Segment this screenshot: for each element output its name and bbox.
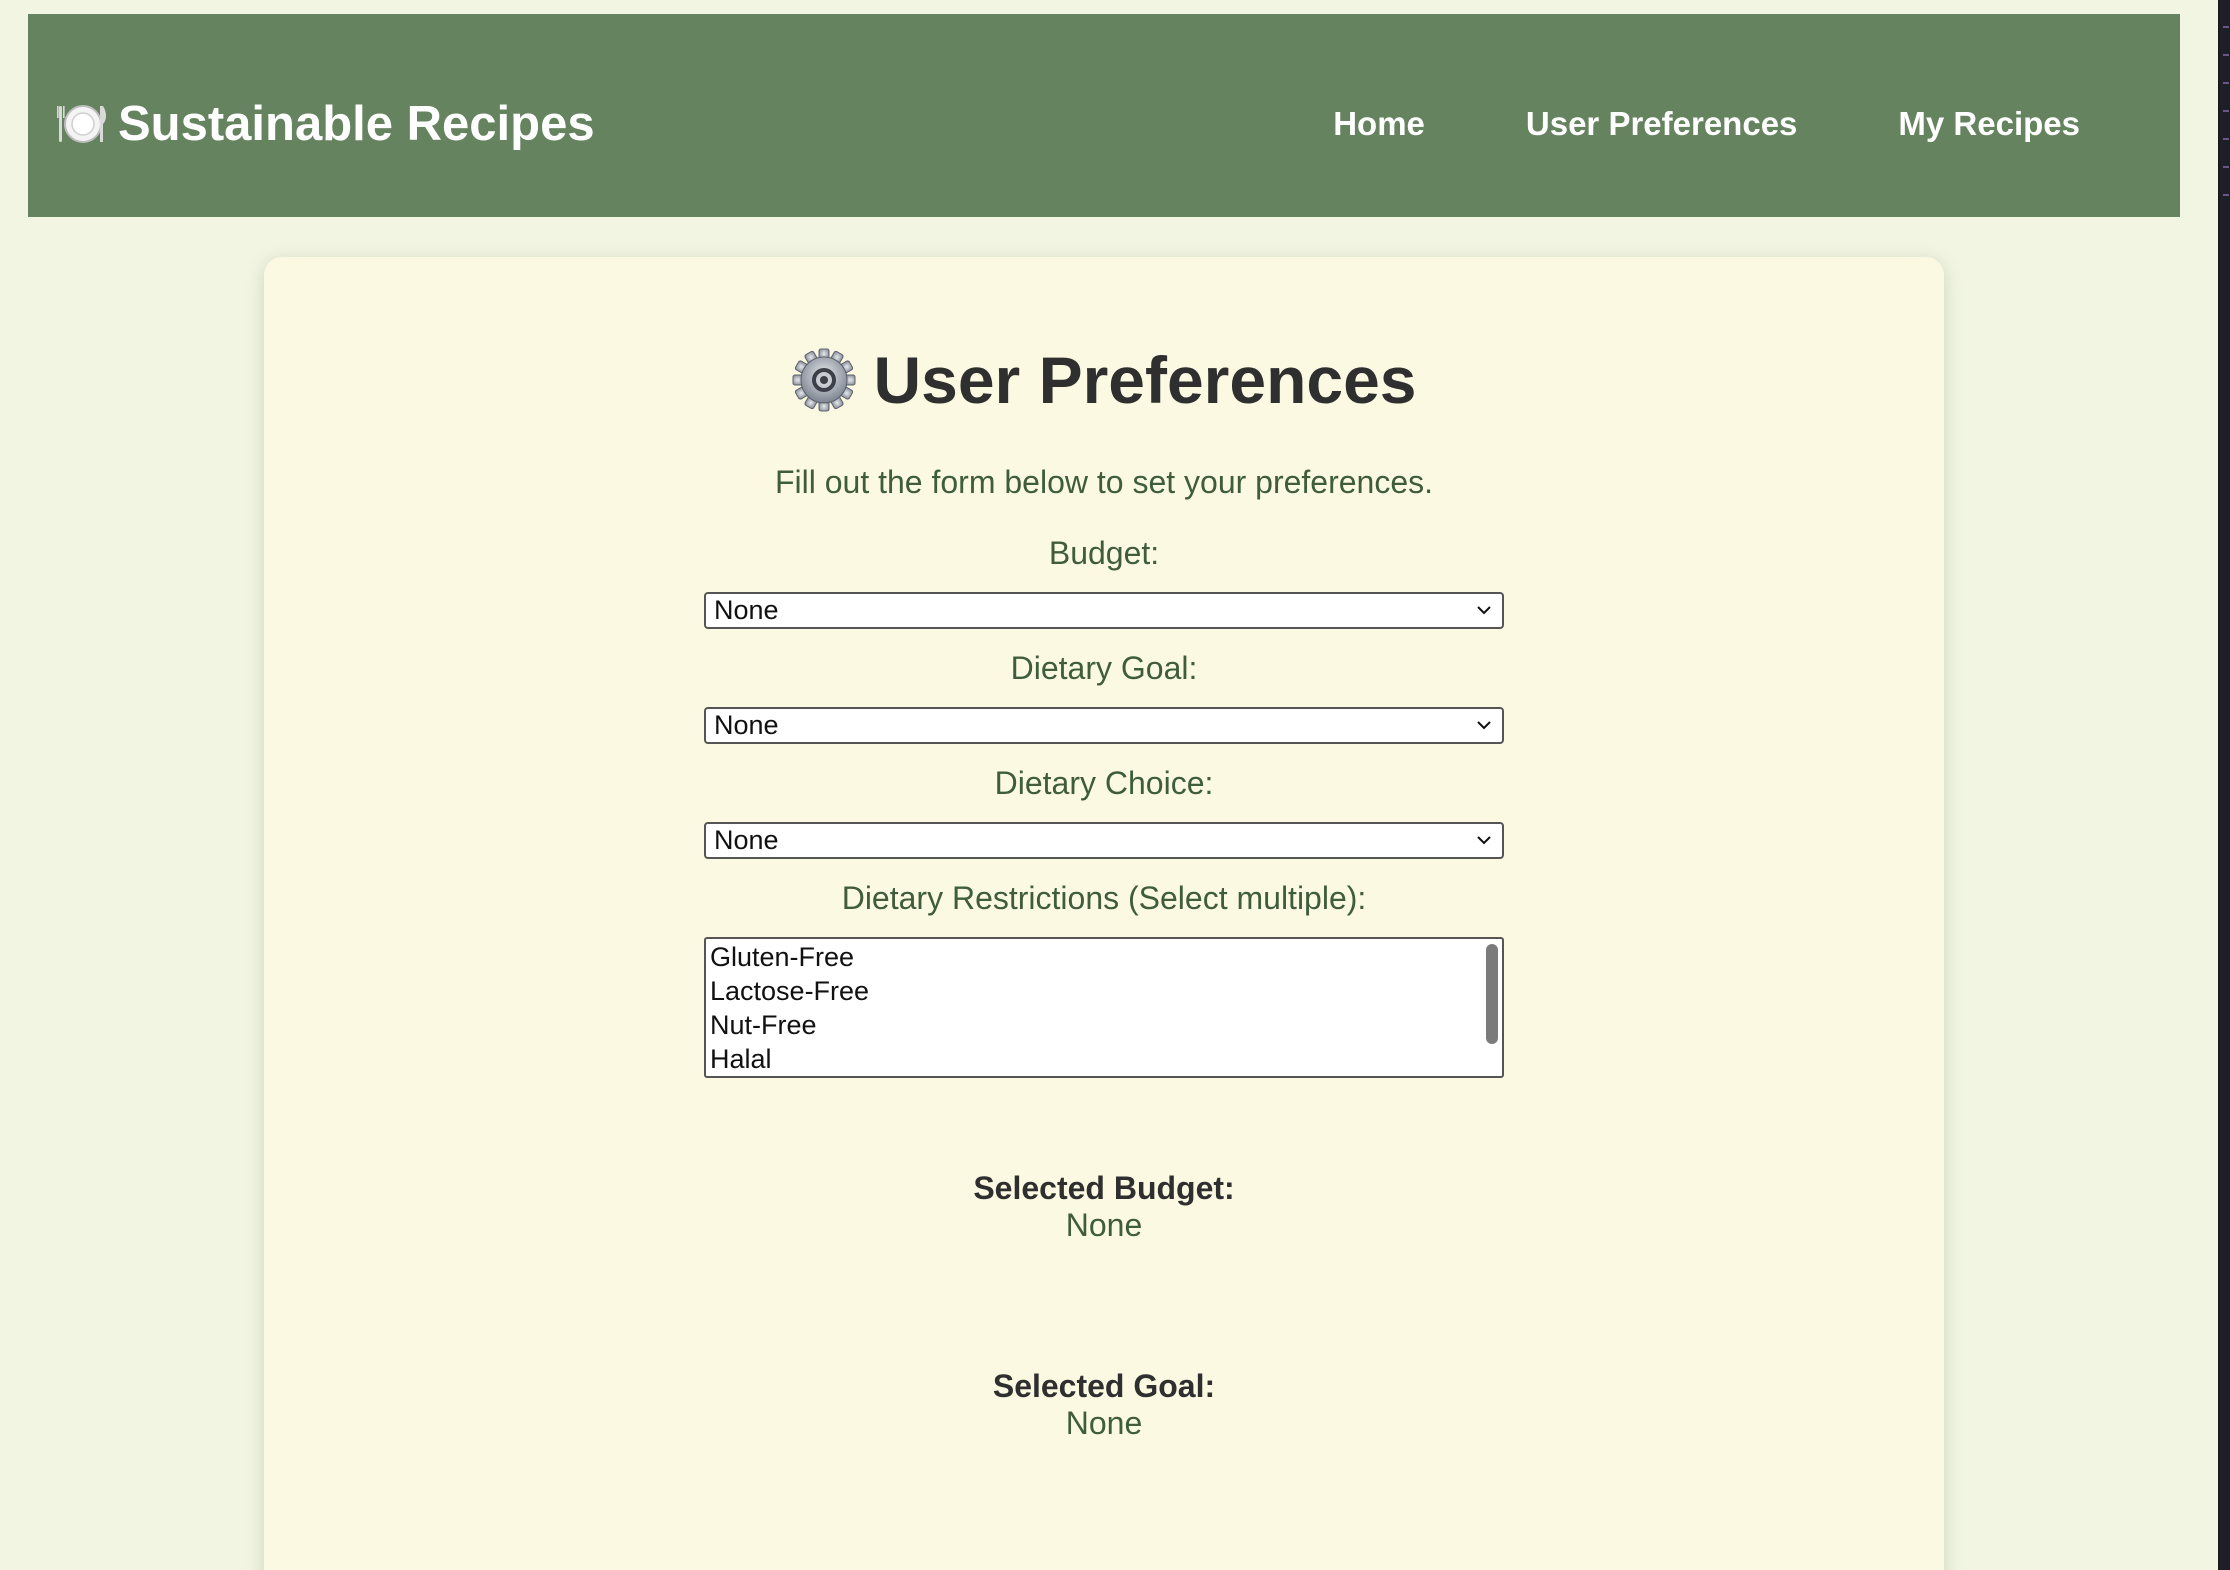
dietary-goal-select-value: None bbox=[714, 710, 779, 740]
budget-select-value: None bbox=[714, 595, 779, 625]
list-item[interactable]: Nut-Free bbox=[706, 1008, 1502, 1042]
nav-home[interactable]: Home bbox=[1333, 104, 1425, 144]
list-item[interactable]: Halal bbox=[706, 1042, 1502, 1076]
title-row: User Preferences bbox=[264, 340, 1944, 420]
selected-goal-value: None bbox=[1065, 1405, 1143, 1441]
chevron-down-icon bbox=[1477, 836, 1491, 845]
preferences-card: User Preferences Fill out the form below… bbox=[264, 257, 1944, 1570]
dietary-restrictions-label: Dietary Restrictions (Select multiple): bbox=[841, 880, 1367, 916]
chevron-down-icon bbox=[1477, 606, 1491, 615]
page-title: User Preferences bbox=[873, 343, 1417, 417]
brand-title: Sustainable Recipes bbox=[118, 97, 595, 151]
dietary-choice-select[interactable]: None bbox=[704, 822, 1504, 859]
nav-user-preferences[interactable]: User Preferences bbox=[1526, 104, 1798, 144]
nav-links: Home User Preferences My Recipes bbox=[1333, 104, 2080, 144]
nav-my-recipes[interactable]: My Recipes bbox=[1898, 104, 2080, 144]
list-item[interactable]: Lactose-Free bbox=[706, 974, 1502, 1008]
dietary-choice-label: Dietary Choice: bbox=[994, 765, 1214, 801]
budget-select[interactable]: None bbox=[704, 592, 1504, 629]
browser-viewport: Sustainable Recipes Home User Preference… bbox=[0, 0, 2220, 1570]
dietary-goal-label: Dietary Goal: bbox=[1010, 650, 1198, 686]
dietary-choice-select-value: None bbox=[714, 825, 779, 855]
chevron-down-icon bbox=[1477, 721, 1491, 730]
selected-goal-label: Selected Goal: bbox=[992, 1368, 1216, 1404]
selected-budget-value: None bbox=[1065, 1207, 1143, 1243]
plate-with-cutlery-icon bbox=[56, 98, 108, 150]
navbar: Sustainable Recipes Home User Preference… bbox=[28, 14, 2180, 217]
adjacent-window-edge bbox=[2220, 0, 2230, 1570]
brand[interactable]: Sustainable Recipes bbox=[56, 94, 595, 154]
selected-budget-label: Selected Budget: bbox=[973, 1170, 1235, 1206]
gear-icon bbox=[791, 347, 857, 413]
budget-label: Budget: bbox=[1048, 535, 1160, 571]
page-subtitle: Fill out the form below to set your pref… bbox=[774, 464, 1434, 500]
dietary-goal-select[interactable]: None bbox=[704, 707, 1504, 744]
dietary-restrictions-listbox[interactable]: Gluten-Free Lactose-Free Nut-Free Halal bbox=[704, 937, 1504, 1078]
listbox-scrollbar[interactable] bbox=[1486, 944, 1498, 1044]
list-item[interactable]: Gluten-Free bbox=[706, 940, 1502, 974]
